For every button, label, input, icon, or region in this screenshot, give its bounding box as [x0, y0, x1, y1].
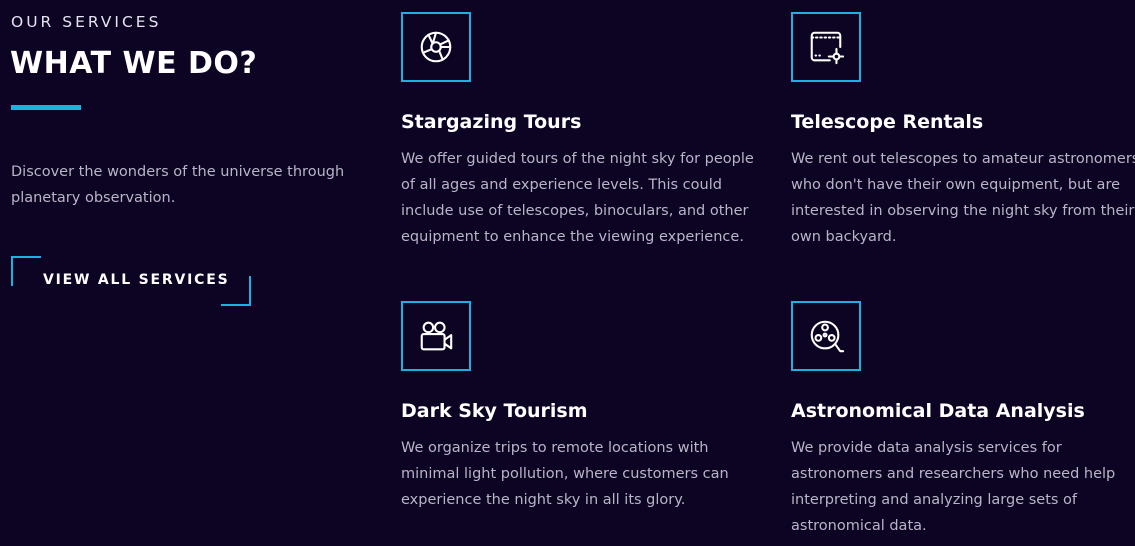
view-all-services-label: VIEW ALL SERVICES — [43, 272, 230, 288]
service-title: Dark Sky Tourism — [401, 400, 588, 422]
service-card-stargazing-tours: Stargazing Tours We offer guided tours o… — [401, 12, 761, 250]
service-description: We organize trips to remote locations wi… — [401, 440, 729, 508]
service-description: We offer guided tours of the night sky f… — [401, 151, 754, 245]
view-all-services-button[interactable]: VIEW ALL SERVICES — [11, 256, 251, 306]
service-title: Stargazing Tours — [401, 111, 582, 133]
service-description: We rent out telescopes to amateur astron… — [791, 151, 1135, 245]
service-card-astronomical-data-analysis: Astronomical Data Analysis We provide da… — [791, 301, 1135, 539]
film-reel-icon — [810, 320, 845, 353]
section-title: WHAT WE DO? — [10, 46, 258, 81]
service-card-telescope-rentals: Telescope Rentals We rent out telescopes… — [791, 12, 1135, 250]
service-icon-box — [401, 12, 471, 82]
video-camera-icon — [420, 321, 453, 351]
service-description: We provide data analysis services for as… — [791, 440, 1116, 534]
service-title: Astronomical Data Analysis — [791, 400, 1085, 422]
button-corner-top-left — [11, 256, 41, 286]
service-icon-box — [791, 12, 861, 82]
service-icon-box — [401, 301, 471, 371]
service-card-dark-sky-tourism: Dark Sky Tourism We organize trips to re… — [401, 301, 761, 513]
service-icon-box — [791, 301, 861, 371]
camera-aperture-icon — [420, 31, 452, 63]
title-underline — [11, 105, 81, 110]
service-title: Telescope Rentals — [791, 111, 984, 133]
section-eyebrow: OUR SERVICES — [11, 13, 162, 31]
film-edit-icon — [810, 31, 845, 65]
section-intro-text: Discover the wonders of the universe thr… — [11, 164, 345, 206]
